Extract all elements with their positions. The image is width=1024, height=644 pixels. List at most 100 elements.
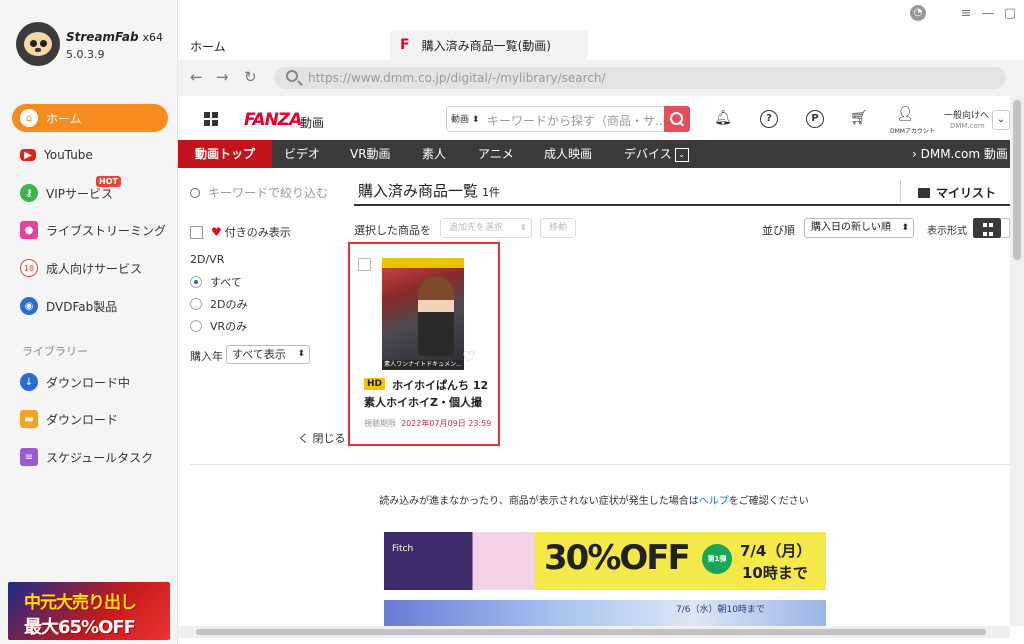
heart-icon: ♥ — [211, 225, 222, 239]
url-field[interactable]: https://www.dmm.co.jp/digital/-/mylibrar… — [274, 67, 1006, 89]
account-icon[interactable]: 👤︎ — [896, 106, 914, 124]
type-filter-label: 2D/VR — [190, 253, 225, 266]
tab-title: 購入済み商品一覧(動画) — [421, 38, 551, 53]
category-nav: 動画トップ ビデオ VR動画 素人 アニメ 成人映画 デバイス ⌄ › DMM.c… — [178, 140, 1010, 168]
web-page: FANZA 動画 動画 ⬍ キーワードから探す（商品・サ… 🔔︎ ? P 🛒︎ … — [178, 96, 1010, 626]
banner-phase-badge: 第1弾 — [702, 544, 732, 574]
help-link[interactable]: ヘルプ — [699, 496, 729, 507]
banner2-text: 7/6（水）朝10時まで — [676, 605, 765, 615]
tab-home[interactable]: ホーム — [190, 38, 226, 55]
radio-vr[interactable]: VRのみ — [190, 318, 247, 334]
point-icon[interactable]: P — [806, 110, 824, 128]
search-icon — [286, 70, 298, 82]
sidebar-item-schedule[interactable]: ≡ スケジュールタスク — [12, 443, 168, 471]
add-to-select[interactable]: 追加先を選択 — [440, 218, 532, 238]
nav-douga-top[interactable]: 動画トップ — [178, 140, 273, 168]
dmm-com-douga-link[interactable]: › DMM.com 動画 — [912, 140, 1008, 168]
sidebar-item-label: ダウンロード中 — [46, 375, 131, 390]
grid-view-button[interactable] — [973, 218, 1001, 238]
reload-icon[interactable]: ↻ — [244, 68, 257, 86]
download-icon: ↓ — [20, 373, 38, 391]
cart-icon[interactable]: 🛒︎ — [850, 110, 868, 128]
promo-banner[interactable]: 中元大売り出し 最大65%OFF — [8, 582, 170, 640]
fanza-tab-icon: F — [400, 37, 410, 53]
heart-icon[interactable]: ♡ — [462, 348, 475, 366]
help-notice: 読み込みが進まなかったり、商品が表示されない症状が発生した場合はヘルプをご確認く… — [379, 496, 809, 507]
sidebar-item-label: スケジュールタスク — [46, 450, 154, 465]
product-title[interactable]: ホイホイぱんち 12 — [392, 377, 488, 393]
radio-all[interactable]: すべて — [190, 274, 242, 290]
year-select[interactable]: すべて表示 — [226, 345, 310, 364]
help-icon[interactable]: ? — [760, 110, 778, 128]
sidebar-item-downloaded[interactable]: ▬ ダウンロード — [12, 405, 168, 433]
product-expiry-date: 2022年07月09日 23:59 — [401, 419, 492, 428]
product-subtitle[interactable]: 素人ホイホイZ・個人撮 — [364, 394, 482, 410]
site-search-input[interactable]: 動画 ⬍ キーワードから探す（商品・サ… — [446, 106, 690, 132]
adult-icon: 18 — [20, 259, 38, 277]
sidebar-item-downloading[interactable]: ↓ ダウンロード中 — [12, 368, 168, 396]
nav-device[interactable]: デバイス ⌄ — [624, 140, 689, 168]
view-mode-label: 表示形式 — [927, 226, 967, 237]
sidebar-item-home[interactable]: ⌂ ホーム — [12, 104, 168, 132]
camera-icon: ● — [20, 221, 38, 239]
hot-badge: HOT — [96, 176, 121, 187]
radio-2d[interactable]: 2Dのみ — [190, 296, 247, 312]
home-icon: ⌂ — [20, 109, 38, 127]
nav-amateur[interactable]: 素人 — [422, 140, 446, 168]
search-category-select[interactable]: 動画 ⬍ — [451, 112, 479, 125]
vertical-scrollbar[interactable] — [1010, 96, 1024, 626]
keyword-filter-input[interactable]: キーワードで絞り込む — [190, 184, 328, 201]
heart-only-filter[interactable]: ♥ 付きのみ表示 — [190, 224, 291, 240]
nav-adult-film[interactable]: 成人映画 — [544, 140, 592, 168]
bell-icon[interactable]: 🔔︎ — [714, 110, 732, 128]
sidebar-item-label: 成人向けサービス — [46, 261, 143, 276]
forward-icon[interactable]: → — [216, 68, 229, 86]
grid-menu-icon[interactable] — [204, 112, 218, 126]
list-view-button[interactable] — [1001, 218, 1010, 238]
back-icon[interactable]: ← — [190, 68, 203, 86]
nav-anime[interactable]: アニメ — [478, 140, 514, 168]
year-filter-label: 購入年 — [190, 350, 223, 363]
key-icon: ⚷ — [20, 184, 38, 202]
history-icon[interactable]: ◔ — [910, 5, 926, 21]
sidebar-item-label: ダウンロード — [46, 412, 119, 427]
sidebar-item-label: YouTube — [44, 148, 93, 162]
checkbox[interactable] — [190, 225, 203, 239]
nav-video[interactable]: ビデオ — [284, 140, 320, 168]
sort-select[interactable]: 購入日の新しい順 — [804, 218, 914, 238]
mylist-button[interactable]: マイリスト — [918, 184, 996, 201]
maximize-icon[interactable]: ▢ — [1000, 6, 1020, 21]
move-button[interactable]: 移動 — [540, 218, 576, 238]
product-cover-image[interactable]: 素人ワンナイトドキュメン... — [382, 258, 464, 370]
product-checkbox[interactable] — [358, 258, 371, 271]
tab-purchased-list[interactable]: F 購入済み商品一覧(動画) — [390, 30, 588, 60]
streamfab-logo-icon — [16, 22, 60, 66]
minimize-icon[interactable]: — — [978, 6, 998, 21]
address-bar: ← → ↻ https://www.dmm.co.jp/digital/-/my… — [178, 60, 1024, 96]
promo-line-2: 最大65%OFF — [24, 617, 136, 638]
chevron-down-icon[interactable]: ⌄ — [992, 110, 1010, 130]
fanza-logo[interactable]: FANZA — [244, 110, 302, 130]
close-filter-link[interactable]: く 閉じる — [298, 430, 346, 446]
nav-vr[interactable]: VR動画 — [350, 140, 391, 168]
banner-date: 7/4（月） — [740, 542, 812, 560]
sidebar-item-live[interactable]: ● ライブストリーミング — [12, 216, 168, 244]
hd-badge: HD — [364, 378, 386, 390]
sidebar-item-vip[interactable]: ⚷ VIPサービス HOT — [12, 176, 168, 207]
vr-sale-banner[interactable]: 7/6（水）朝10時まで — [384, 600, 826, 626]
banner-side-text: Fitch — [392, 544, 414, 554]
search-button[interactable] — [664, 106, 690, 132]
app-name: StreamFab x64 — [66, 30, 164, 44]
title-bar: ◔ ≡ — ▢ ホーム F 購入済み商品一覧(動画) — [178, 0, 1024, 60]
sidebar-item-dvdfab[interactable]: ◉ DVDFab製品 — [12, 292, 168, 320]
general-link[interactable]: 一般向けへ — [944, 108, 989, 121]
url-text: https://www.dmm.co.jp/digital/-/mylibrar… — [308, 71, 606, 85]
sort-label: 並び順 — [762, 224, 795, 237]
horizontal-scrollbar[interactable] — [178, 626, 1010, 638]
dvdfab-icon: ◉ — [20, 297, 38, 315]
menu-icon[interactable]: ≡ — [956, 6, 976, 21]
product-card[interactable]: 素人ワンナイトドキュメン... ♡ HD ホイホイぱんち 12 素人ホイホイZ・… — [348, 242, 500, 446]
sale-banner[interactable]: Fitch 30%OFF 第1弾 7/4（月） 10時まで — [384, 532, 826, 590]
sidebar-item-youtube[interactable]: ▶ YouTube — [12, 141, 168, 169]
sidebar-item-adult[interactable]: 18 成人向けサービス — [12, 254, 168, 282]
